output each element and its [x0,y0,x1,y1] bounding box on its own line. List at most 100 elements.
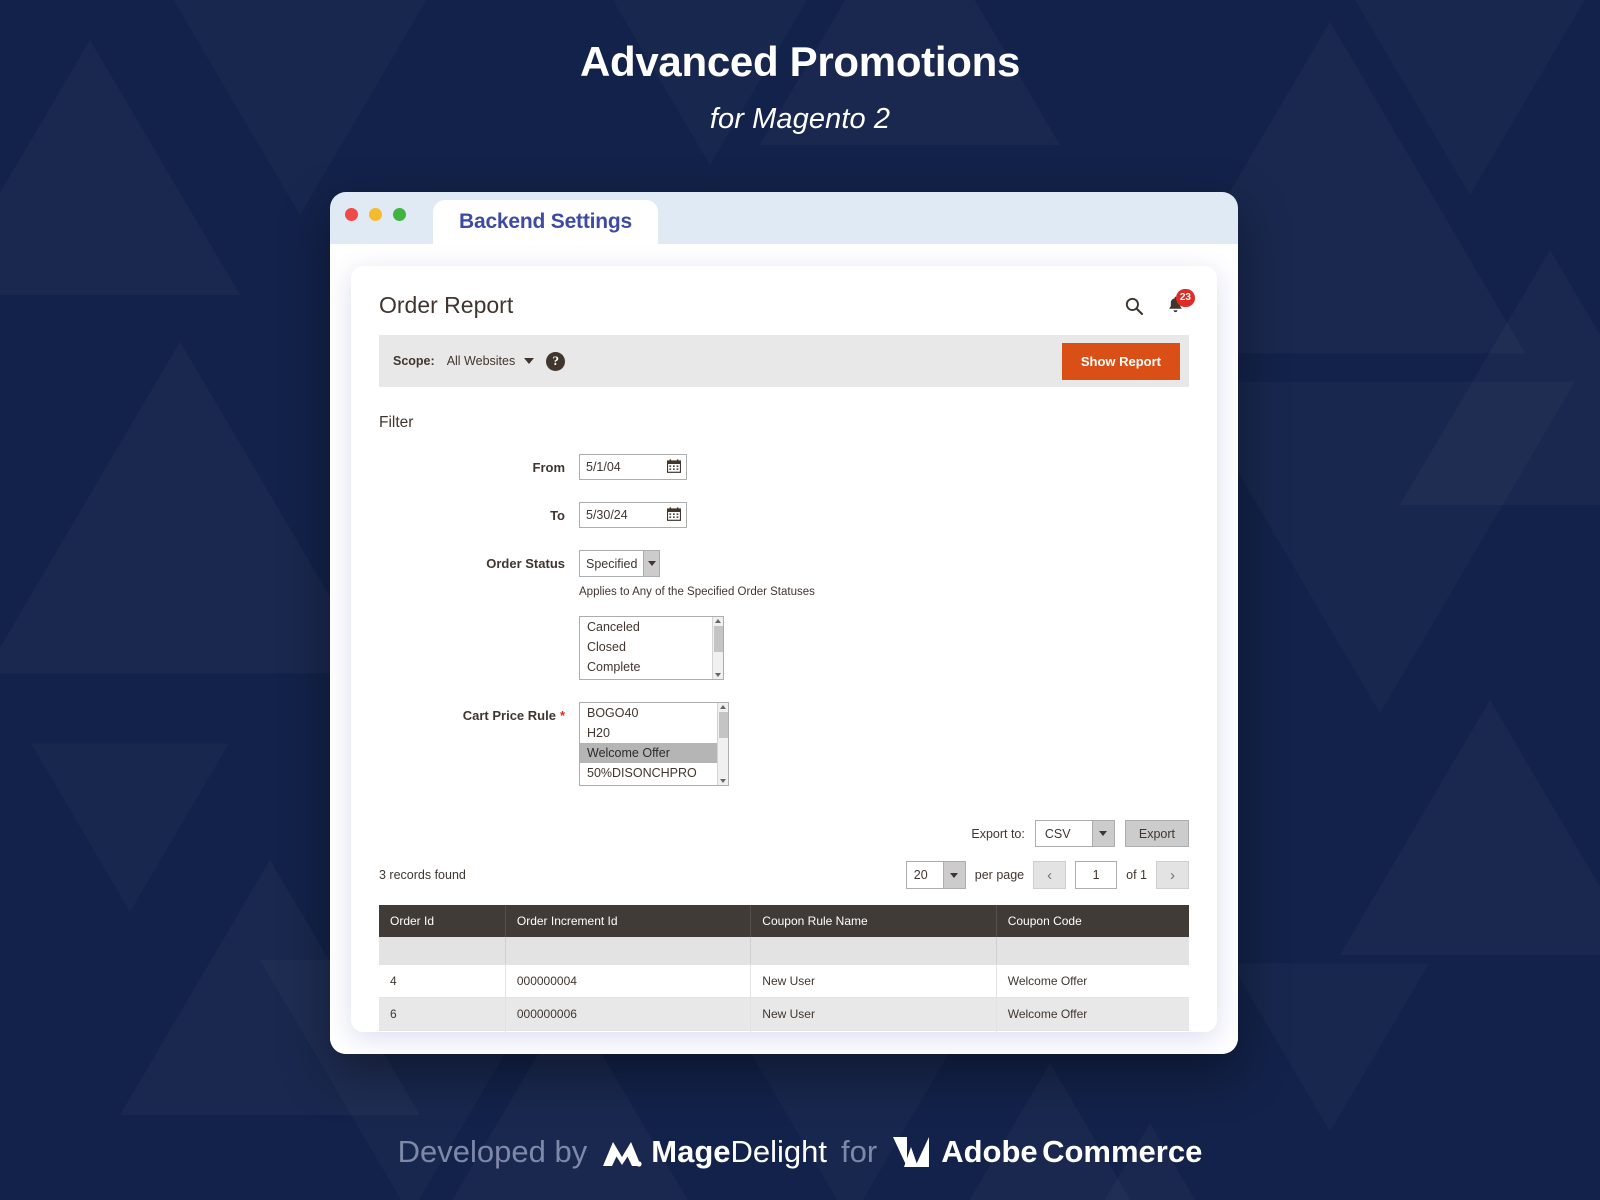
browser-viewport: Order Report 23 Scope: All Websites ? Sh… [330,244,1238,1054]
total-pages-label: of 1 [1126,868,1147,882]
table-row[interactable]: 6 000000006 New User Welcome Offer [379,997,1189,1031]
chevron-right-icon[interactable]: › [1156,861,1189,889]
list-item[interactable]: H20 [580,723,728,743]
calendar-icon[interactable] [667,459,681,473]
list-item[interactable]: Complete [580,657,723,677]
show-report-button[interactable]: Show Report [1061,342,1180,380]
calendar-icon[interactable] [667,507,681,521]
order-status-hint: Applies to Any of the Specified Order St… [579,586,815,598]
per-page-value: 20 [913,868,928,882]
required-asterisk: * [559,708,565,723]
list-item-selected[interactable]: Welcome Offer [580,743,728,763]
chevron-down-icon [942,862,965,888]
column-header-coupon-code[interactable]: Coupon Code [996,905,1189,937]
cell-rule-name: New User [750,997,997,1031]
window-controls [345,208,406,221]
page-number-input[interactable]: 1 [1075,861,1118,889]
adobe-brand-bold: Adobe [941,1134,1038,1169]
admin-panel: Order Report 23 Scope: All Websites ? Sh… [351,266,1217,1032]
search-icon[interactable] [1124,296,1144,316]
scroll-down-icon[interactable] [720,779,726,783]
cell-rule-name: New User [750,1030,997,1032]
to-date-input[interactable]: 5/30/24 [579,502,687,528]
order-status-list-spacer [379,616,579,622]
adobe-brand-light: Commerce [1042,1134,1203,1169]
list-item[interactable]: Canceled [580,617,723,637]
from-date-value: 5/1/04 [586,460,621,474]
hero-header: Advanced Promotions for Magento 2 [0,0,1600,136]
order-status-list-row: Canceled Closed Complete [379,616,1189,680]
to-label: To [550,508,565,523]
page-subtitle: for Magento 2 [709,103,891,135]
filter-section-title: Filter [379,414,414,431]
close-dot[interactable] [345,208,358,221]
from-date-input[interactable]: 5/1/04 [579,454,687,480]
bell-icon[interactable]: 23 [1166,288,1195,316]
filter-cell-order-id[interactable] [379,937,506,965]
maximize-dot[interactable] [393,208,406,221]
export-button[interactable]: Export [1124,820,1189,847]
table-row[interactable]: 4 000000004 New User Welcome Offer [379,964,1189,998]
cart-price-rule-label: Cart Price Rule * [379,702,579,723]
tab-backend-settings[interactable]: Backend Settings [433,200,659,244]
table-filter-row [379,937,1189,965]
listbox-scrollbar[interactable] [712,617,723,679]
pagination-bar: 3 records found 20 per page ‹ 1 of 1 › [379,861,1189,889]
order-status-listbox[interactable]: Canceled Closed Complete [579,616,724,680]
browser-window: Backend Settings Order Report 23 Scope: … [330,192,1238,1054]
order-status-row: Order Status Specified Applies to Any of… [379,550,1189,598]
from-date-row: From 5/1/04 [379,454,1189,480]
scroll-down-icon[interactable] [715,673,721,677]
cell-coupon-code: Welcome Offer [996,997,1189,1031]
scroll-up-icon[interactable] [715,619,721,623]
magedelight-brand-light: Delight [730,1134,828,1169]
list-item[interactable]: 50%DISONCHPRO [580,763,728,783]
column-header-order-increment-id[interactable]: Order Increment Id [505,905,752,937]
magedelight-logo-icon [601,1136,643,1168]
cell-rule-name: New User [750,964,997,998]
scope-label: Scope: [393,354,435,368]
filter-cell-rule-name[interactable] [750,937,997,965]
column-header-coupon-rule-name[interactable]: Coupon Rule Name [750,905,997,937]
per-page-label: per page [974,868,1025,882]
table-row[interactable]: 11 000000011 New User Welcome Offer [379,1030,1189,1032]
export-format-value: CSV [1044,826,1071,841]
cart-price-rule-listbox[interactable]: BOGO40 H20 Welcome Offer 50%DISONCHPRO [579,702,729,786]
list-item[interactable]: Closed [580,637,723,657]
order-status-value: Specified [586,556,638,571]
chevron-down-icon [1091,821,1114,846]
to-date-value: 5/30/24 [586,508,628,522]
page-title: Advanced Promotions [579,38,1021,85]
cell-order-id: 6 [379,997,506,1031]
scroll-thumb[interactable] [714,626,723,652]
cell-coupon-code: Welcome Offer [996,964,1189,998]
cart-price-rule-label-text: Cart Price Rule [462,708,556,723]
column-header-order-id[interactable]: Order Id [379,905,506,937]
scope-value: All Websites [446,354,516,368]
scroll-up-icon[interactable] [720,705,726,709]
filter-cell-coupon-code[interactable] [996,937,1189,965]
order-report-table: Order Id Order Increment Id Coupon Rule … [379,905,1189,1032]
cart-price-rule-row: Cart Price Rule * BOGO40 H20 Welcome Offe… [379,702,1189,786]
scroll-thumb[interactable] [719,712,728,738]
chevron-down-icon [643,551,659,576]
order-status-select[interactable]: Specified [579,550,660,577]
listbox-scrollbar[interactable] [717,703,728,785]
for-label: for [841,1134,878,1169]
minimize-dot[interactable] [369,208,382,221]
order-report-title: Order Report [379,292,514,318]
per-page-select[interactable]: 20 [905,861,966,889]
to-date-row: To 5/30/24 [379,502,1189,528]
chevron-left-icon[interactable]: ‹ [1033,861,1067,889]
question-mark-icon[interactable]: ? [546,351,566,371]
list-item[interactable]: BOGO40 [580,703,728,723]
scope-controls: Scope: All Websites ? [393,351,566,371]
magedelight-brand-bold: Mage [651,1134,731,1169]
filter-cell-increment-id[interactable] [505,937,752,965]
scope-bar: Scope: All Websites ? Show Report [379,335,1189,387]
adobe-logo-icon [891,1135,931,1169]
developed-by-label: Developed by [397,1134,588,1169]
cell-order-id: 4 [379,964,506,998]
scope-select[interactable]: All Websites [447,354,535,368]
export-format-select[interactable]: CSV [1034,820,1115,847]
